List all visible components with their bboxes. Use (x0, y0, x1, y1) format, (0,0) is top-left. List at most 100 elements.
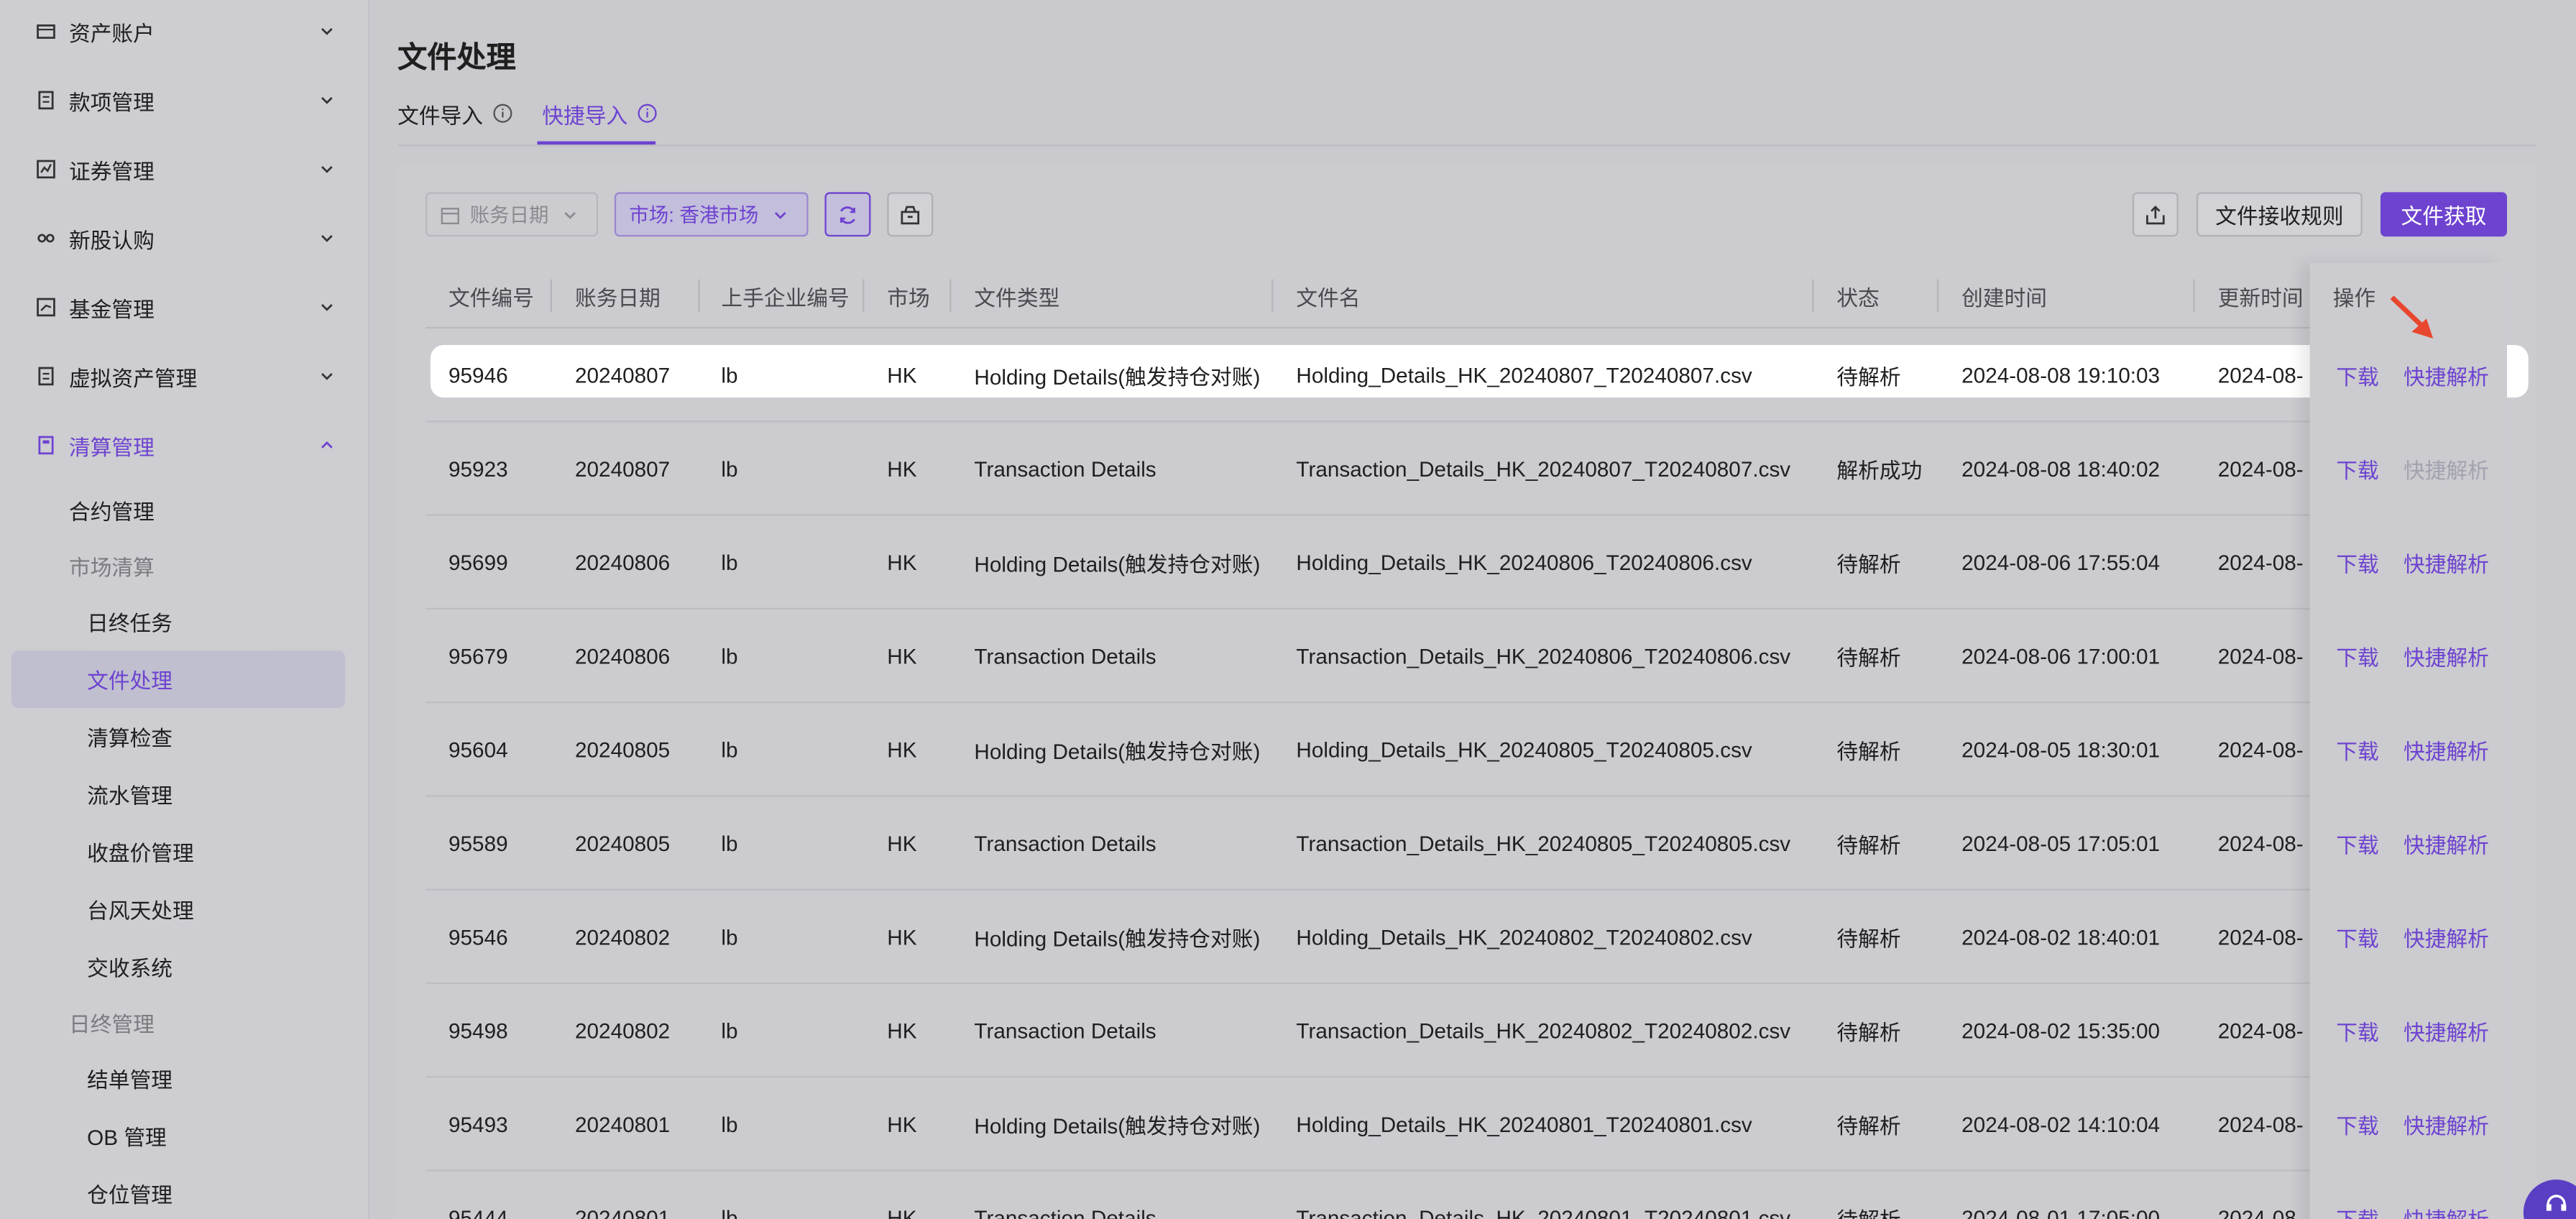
sidebar-item[interactable]: 清算管理 (36, 426, 335, 465)
sidebar-item[interactable]: 虚拟资产管理 (36, 356, 335, 396)
quick-parse-link[interactable]: 快捷解析 (2404, 422, 2489, 515)
row-actions: 下载快捷解析 (2310, 328, 2507, 422)
chevron-down-icon (318, 92, 335, 109)
download-link[interactable]: 下载 (2336, 422, 2378, 515)
cell-file-no: 95923 (448, 456, 508, 482)
cell-updated: 2024-08- (2217, 1205, 2304, 1219)
table-row: 95546 20240802 lb HK Holding Details(触发持仓对账)… (425, 891, 2507, 985)
cell-status: 待解析 (1836, 1172, 1900, 1219)
quick-parse-link[interactable]: 快捷解析 (2404, 703, 2489, 796)
quick-parse-link[interactable]: 快捷解析 (2404, 797, 2489, 891)
chevron-down-icon (318, 23, 335, 40)
sidebar-subitem[interactable]: 清算检查 (87, 718, 172, 754)
sidebar-subitem[interactable]: OB 管理 (87, 1117, 167, 1153)
cell-name: Holding_Details_HK_20240802_T20240802.cs… (1296, 924, 1752, 950)
sidebar-subitem[interactable]: 台风天处理 (87, 891, 194, 926)
download-link[interactable]: 下载 (2336, 797, 2378, 891)
sidebar-item-label: 新股认购 (68, 227, 155, 252)
quick-parse-link[interactable]: 快捷解析 (2404, 516, 2489, 610)
row-actions: 下载快捷解析 (2310, 422, 2507, 515)
col-broker-code: 上手企业编号 (721, 285, 850, 310)
refresh-button[interactable] (824, 192, 871, 237)
table-row: 95946 20240807 lb HK Holding Details(触发持仓对账)… (425, 328, 2507, 423)
cell-name: Holding_Details_HK_20240807_T20240807.cs… (1296, 363, 1752, 388)
cell-file-no: 95498 (448, 1018, 508, 1044)
account-date-picker[interactable]: 账务日期 (425, 192, 598, 237)
page-title: 文件处理 (397, 41, 516, 74)
cell-name: Transaction_Details_HK_20240805_T2024080… (1296, 831, 1791, 856)
download-link[interactable]: 下载 (2336, 891, 2378, 984)
cell-updated: 2024-08- (2217, 643, 2304, 669)
sidebar-item[interactable]: 资产账户 (36, 12, 335, 51)
col-updated: 更新时间 (2217, 285, 2304, 310)
cell-updated: 2024-08- (2217, 737, 2304, 763)
cell-created: 2024-08-02 14:10:04 (1961, 1112, 2161, 1137)
cell-market: HK (887, 737, 917, 763)
cell-created: 2024-08-08 18:40:02 (1961, 456, 2161, 482)
sidebar-item-label: 基金管理 (68, 296, 155, 321)
sidebar-subitem[interactable]: 结单管理 (87, 1059, 172, 1095)
col-market: 市场 (887, 285, 930, 310)
sidebar-subitem[interactable]: 合约管理 (69, 491, 155, 527)
col-status: 状态 (1836, 285, 1880, 310)
chevron-down-icon (564, 211, 576, 218)
cell-date: 20240805 (574, 737, 671, 763)
cell-status: 待解析 (1836, 1020, 1901, 1045)
cell-name: Holding_Details_HK_20240806_T20240806.cs… (1296, 550, 1752, 575)
sidebar-item-label: 证券管理 (68, 158, 155, 183)
download-link[interactable]: 下载 (2336, 703, 2378, 796)
cell-created: 2024-08-06 17:00:01 (1961, 643, 2161, 669)
cell-date: 20240807 (574, 363, 671, 388)
date-placeholder: 账务日期 (469, 203, 549, 227)
quick-parse-link[interactable]: 快捷解析 (2404, 984, 2489, 1077)
cell-updated: 2024-08- (2217, 550, 2304, 575)
tab-bar: 文件导入 快捷导入 (397, 96, 686, 145)
download-link[interactable]: 下载 (2336, 610, 2378, 703)
market-select[interactable]: 市场: 香港市场 (614, 192, 809, 237)
cell-status: 待解析 (1836, 1113, 1901, 1138)
sidebar-subitem[interactable]: 日终任务 (87, 603, 172, 639)
cell-created: 2024-08-05 17:05:01 (1961, 831, 2161, 856)
cell-file-no: 95493 (448, 1112, 508, 1137)
download-link[interactable]: 下载 (2336, 328, 2378, 422)
sidebar-subitem[interactable]: 文件处理 (87, 661, 172, 696)
download-link[interactable]: 下载 (2336, 1077, 2378, 1171)
file-receive-rules-button[interactable]: 文件接收规则 (2196, 192, 2363, 237)
cell-type: Transaction Details (974, 456, 1156, 482)
quick-parse-link[interactable]: 快捷解析 (2404, 328, 2489, 422)
download-link[interactable]: 下载 (2336, 1172, 2378, 1219)
calculator-icon (36, 436, 55, 455)
tab-label: 文件导入 (397, 102, 484, 128)
cell-name: Transaction_Details_HK_20240802_T2024080… (1296, 1018, 1791, 1044)
quick-parse-link[interactable]: 快捷解析 (2404, 1077, 2489, 1171)
cell-created: 2024-08-05 18:30:01 (1961, 737, 2161, 763)
cell-file-no: 95604 (448, 737, 508, 763)
sidebar-item[interactable]: 款项管理 (36, 80, 335, 120)
download-link[interactable]: 下载 (2336, 984, 2378, 1077)
sidebar-item-label: 资产账户 (68, 20, 155, 45)
sidebar-subitem[interactable]: 流水管理 (87, 776, 172, 811)
sidebar-item-label: 清算管理 (68, 434, 155, 459)
tab-quick-import[interactable]: 快捷导入 (542, 96, 657, 132)
tab-file-import[interactable]: 文件导入 (397, 96, 512, 132)
col-divider (2193, 279, 2195, 313)
download-link[interactable]: 下载 (2336, 516, 2378, 610)
quick-parse-link[interactable]: 快捷解析 (2404, 891, 2489, 984)
cell-name: Transaction_Details_HK_20240806_T2024080… (1296, 643, 1791, 669)
table-row: 95699 20240806 lb HK Holding Details(触发持仓对账)… (425, 516, 2507, 610)
export-button[interactable] (2132, 192, 2179, 237)
cell-type: Holding Details(触发持仓对账) (974, 739, 1261, 764)
sidebar-item[interactable]: 新股认购 (36, 218, 335, 258)
quick-parse-link[interactable]: 快捷解析 (2404, 610, 2489, 703)
sidebar-item[interactable]: 基金管理 (36, 288, 335, 327)
sidebar-subitem[interactable]: 收盘价管理 (87, 833, 194, 869)
quick-parse-link[interactable]: 快捷解析 (2404, 1172, 2489, 1219)
cell-date: 20240801 (574, 1112, 671, 1137)
refresh-icon (840, 206, 855, 224)
sidebar-subitem[interactable]: 交收系统 (87, 948, 172, 984)
sidebar-subitem[interactable]: 仓位管理 (87, 1174, 172, 1210)
sidebar-item[interactable]: 证券管理 (36, 150, 335, 189)
file-fetch-button[interactable]: 文件获取 (2380, 192, 2507, 237)
package-button[interactable] (887, 192, 934, 237)
cell-broker: lb (721, 363, 738, 388)
